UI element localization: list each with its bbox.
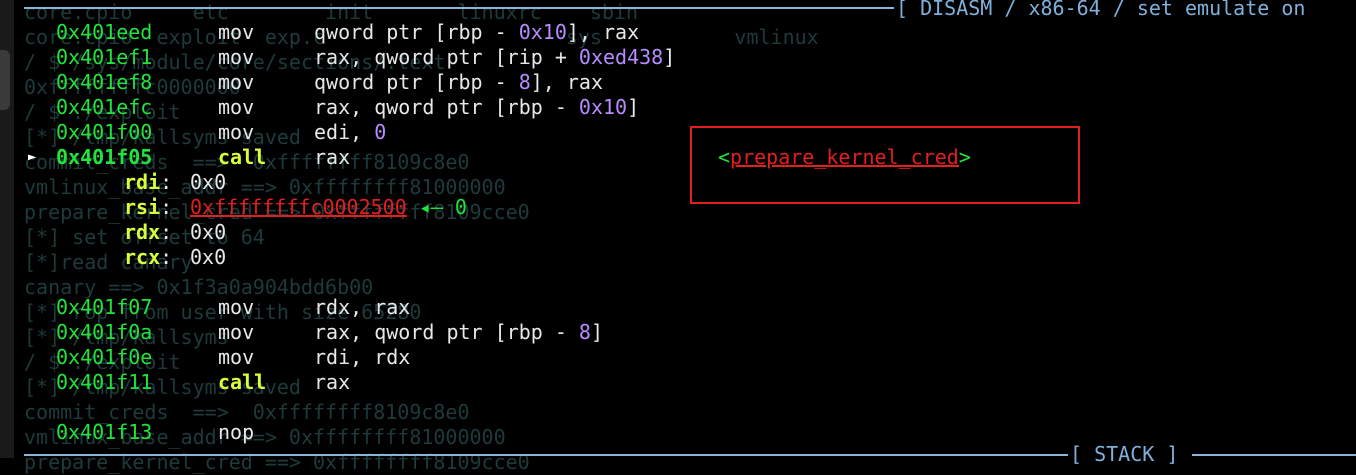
- call-argument-row: rcx: 0x0: [0, 245, 680, 270]
- instruction-row[interactable]: 0x401ef1 mov rax, qword ptr [rip + 0xed438…: [0, 45, 680, 70]
- instruction-address: 0x401f05: [56, 145, 153, 169]
- instruction-mnemonic: mov: [218, 320, 255, 344]
- instruction-mnemonic: nop: [218, 420, 255, 444]
- register-value: 0x0: [190, 220, 227, 244]
- instruction-address: 0x401f11: [56, 370, 153, 394]
- instruction-mnemonic: mov: [218, 295, 255, 319]
- operand-text: rdx, rax: [314, 295, 411, 319]
- operand-text: rax: [314, 145, 351, 169]
- call-target-symbol[interactable]: prepare_kernel_cred: [730, 145, 959, 169]
- instruction-mnemonic: mov: [218, 345, 255, 369]
- operand-text: qword ptr [rbp -: [314, 20, 519, 44]
- operand-text-tail: ], rax: [566, 20, 640, 44]
- disasm-banner: [ DISASM / x86-64 / set emulate on: [896, 0, 1306, 20]
- instruction-row[interactable]: 0x401f00 mov edi, 0: [0, 120, 680, 145]
- instruction-row[interactable]: 0x401ef8 mov qword ptr [rbp - 8], rax: [0, 70, 680, 95]
- instruction-address: 0x401f07: [56, 295, 153, 319]
- call-argument-row: rdx: 0x0: [0, 220, 680, 245]
- register-value: 0x0: [190, 245, 227, 269]
- stack-rule-right: [1192, 454, 1356, 456]
- argument-value: 0x0: [190, 170, 226, 195]
- instruction-mnemonic: mov: [218, 45, 255, 69]
- instruction-mnemonic: call: [218, 145, 267, 169]
- instruction-row[interactable]: ► 0x401f05 call rax: [0, 145, 680, 170]
- register-name: rcx: [124, 245, 161, 269]
- instruction-operands: qword ptr [rbp - 8], rax: [314, 70, 603, 95]
- current-instruction-arrow-icon: ►: [28, 149, 37, 165]
- instruction-row[interactable]: 0x401f07 mov rdx, rax: [0, 295, 680, 320]
- register-colon: :: [160, 220, 173, 244]
- operand-text: rax: [314, 370, 351, 394]
- instruction-address: 0x401ef8: [56, 70, 153, 94]
- call-target-close: >: [958, 145, 971, 169]
- instruction-operands: rax, qword ptr [rbp - 8]: [314, 320, 603, 345]
- register-colon: :: [160, 245, 173, 269]
- operand-number: 8: [518, 70, 531, 94]
- operand-text-tail: ], rax: [530, 70, 603, 94]
- operand-text: rdi, rdx: [314, 345, 411, 369]
- instruction-row[interactable]: 0x401f13 nop: [0, 420, 680, 445]
- instruction-address: 0x401ef1: [56, 45, 153, 69]
- argument-value: 0x0: [190, 220, 226, 245]
- operand-number: 0xed438: [578, 45, 664, 69]
- register-colon: :: [160, 170, 173, 194]
- instruction-row[interactable]: 0x401f11 call rax: [0, 370, 680, 395]
- operand-number: 8: [578, 320, 591, 344]
- register-name: rdx: [124, 220, 161, 244]
- operand-text-tail: ]: [590, 320, 603, 344]
- argument-register: rdi:: [124, 170, 172, 195]
- disasm-top-rule: [24, 7, 894, 9]
- call-argument-row: rdi: 0x0: [0, 170, 680, 195]
- argument-value: 0xffffffffc0002500 ◂— 0: [190, 195, 467, 220]
- register-value: 0x0: [190, 170, 227, 194]
- instruction-operands: rax, qword ptr [rbp - 0x10]: [314, 95, 639, 120]
- instruction-address: 0x401f0a: [56, 320, 153, 344]
- operand-number: 0x10: [578, 95, 628, 119]
- operand-text-tail: ]: [663, 45, 676, 69]
- instruction-mnemonic: call: [218, 370, 267, 394]
- instruction-mnemonic: mov: [218, 120, 255, 144]
- call-target-open: <: [718, 145, 731, 169]
- argument-register: rdx:: [124, 220, 172, 245]
- instruction-row[interactable]: 0x401f0a mov rax, qword ptr [rbp - 8]: [0, 320, 680, 345]
- instruction-address: 0x401f0e: [56, 345, 153, 369]
- instruction-row[interactable]: 0x401eed mov qword ptr [rbp - 0x10], rax: [0, 20, 680, 45]
- instruction-operands: rax, qword ptr [rip + 0xed438]: [314, 45, 675, 70]
- operand-number: 0x10: [518, 20, 567, 44]
- instruction-mnemonic: mov: [218, 70, 255, 94]
- instruction-operands: rax: [314, 370, 350, 395]
- pointer-value[interactable]: 0xffffffffc0002500: [190, 195, 407, 219]
- operand-text: rax, qword ptr [rip +: [314, 45, 579, 69]
- instruction-operands: edi, 0: [314, 120, 386, 145]
- instruction-row[interactable]: 0x401f0e mov rdi, rdx: [0, 345, 680, 370]
- operand-text: edi,: [314, 120, 375, 144]
- register-name: rdi: [124, 170, 161, 194]
- register-name: rsi: [124, 195, 161, 219]
- operand-text: rax, qword ptr [rbp -: [314, 95, 579, 119]
- instruction-operands: qword ptr [rbp - 0x10], rax: [314, 20, 639, 45]
- dereference-arrow: ◂— 0: [406, 195, 467, 219]
- register-colon: :: [160, 195, 173, 219]
- instruction-mnemonic: mov: [218, 20, 255, 44]
- argument-register: rcx:: [124, 245, 172, 270]
- call-argument-row: rsi: 0xffffffffc0002500 ◂— 0: [0, 195, 680, 220]
- instruction-row[interactable]: 0x401efc mov rax, qword ptr [rbp - 0x10]: [0, 95, 680, 120]
- stack-rule-left: [24, 454, 1068, 456]
- stack-banner: [ STACK ]: [1070, 442, 1179, 466]
- instruction-mnemonic: mov: [218, 95, 255, 119]
- instruction-address: 0x401efc: [56, 95, 153, 119]
- instruction-address: 0x401eed: [56, 20, 153, 44]
- argument-register: rsi:: [124, 195, 172, 220]
- instruction-address: 0x401f00: [56, 120, 153, 144]
- instruction-address: 0x401f13: [56, 420, 153, 444]
- call-target: <prepare_kernel_cred>: [718, 145, 971, 170]
- instruction-operands: rdi, rdx: [314, 345, 410, 370]
- instruction-operands: rax: [314, 145, 350, 170]
- operand-number: 0: [374, 120, 387, 144]
- instruction-operands: rdx, rax: [314, 295, 410, 320]
- operand-text-tail: ]: [627, 95, 640, 119]
- argument-value: 0x0: [190, 245, 226, 270]
- operand-text: qword ptr [rbp -: [314, 70, 519, 94]
- operand-text: rax, qword ptr [rbp -: [314, 320, 579, 344]
